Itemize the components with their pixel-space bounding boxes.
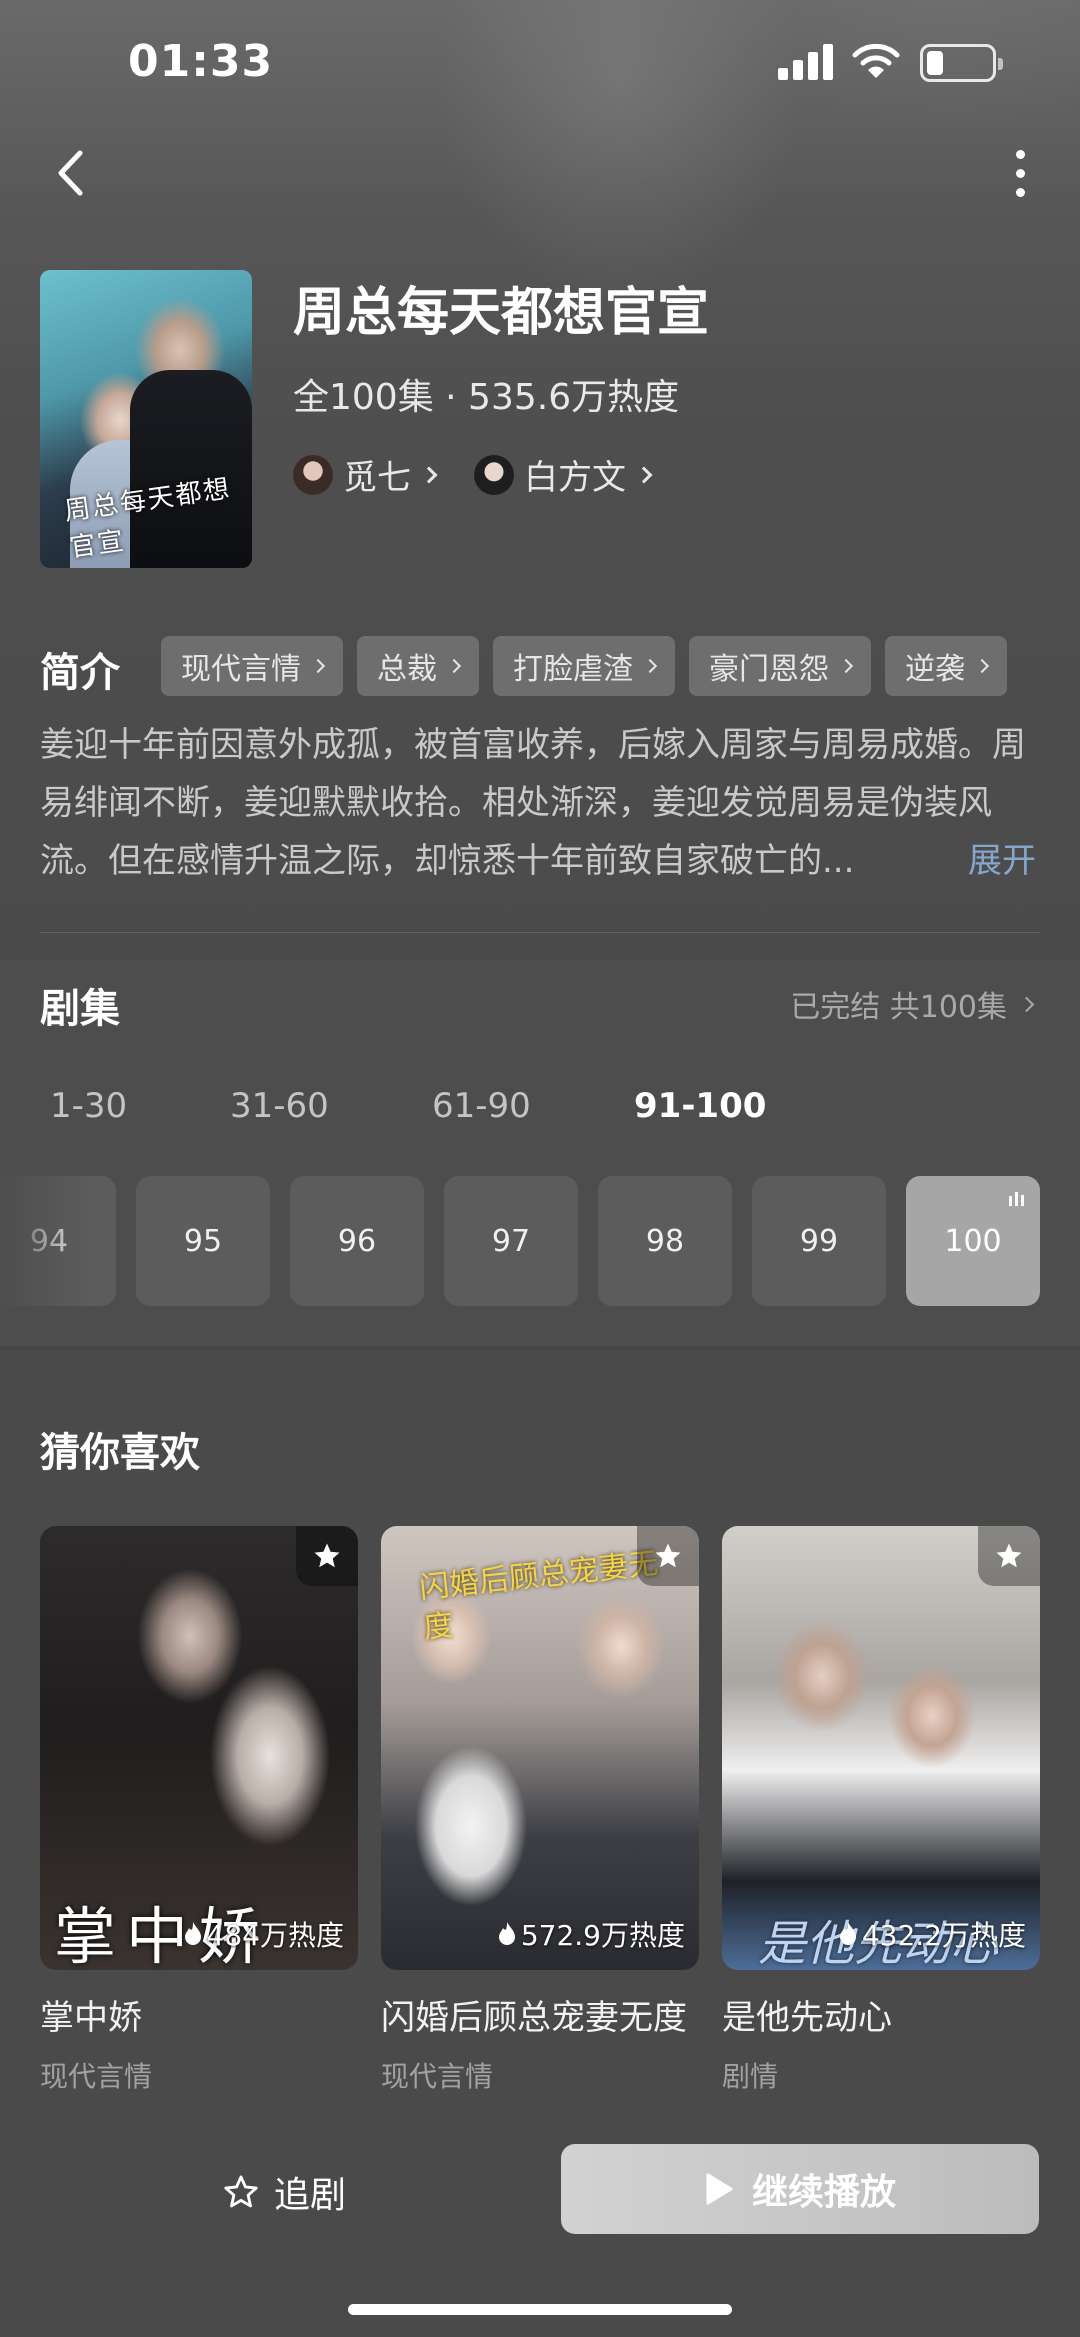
recommend-cover: 掌中娇 484万热度 xyxy=(40,1526,358,1970)
recommend-genre: 现代言情 xyxy=(40,2060,153,2093)
heat-value: 484万热度 xyxy=(206,1919,344,1952)
tag-label: 现代言情 xyxy=(181,652,301,687)
cast-member[interactable]: 白方文 xyxy=(474,450,653,499)
follow-label: 追剧 xyxy=(274,2175,347,2216)
recommend-cover: 是他先动心 432.2万热度 xyxy=(722,1526,1040,1970)
tag-label: 打脸虐渣 xyxy=(513,652,633,687)
cast-name: 觅七 xyxy=(343,458,411,498)
chevron-right-icon xyxy=(635,466,653,483)
heat-badge: 432.2万热度 xyxy=(838,1914,1026,1954)
play-label: 继续播放 xyxy=(751,2172,896,2213)
episode-number: 98 xyxy=(645,1223,685,1259)
battery-icon xyxy=(920,44,1003,82)
recommend-card[interactable]: 掌中娇 484万热度 掌中娇 现代言情 xyxy=(40,1526,358,2095)
avatar xyxy=(474,454,514,495)
chevron-right-icon xyxy=(642,658,658,674)
heat-badge: 484万热度 xyxy=(183,1914,344,1954)
recommend-card[interactable]: 闪婚后顾总宠妻无度 572.9万热度 闪婚后顾总宠妻无度 现代言情 xyxy=(381,1526,699,2095)
drama-meta: 全100集 · 535.6万热度 xyxy=(293,377,680,418)
episode-number: 96 xyxy=(337,1223,377,1259)
range-tab[interactable]: 31-60 xyxy=(230,1086,432,1126)
episode-button[interactable]: 99 xyxy=(752,1176,886,1306)
now-playing-icon xyxy=(1009,1192,1024,1206)
home-indicator xyxy=(348,2304,732,2315)
episode-number: 99 xyxy=(799,1223,839,1259)
episode-range-tabs: 1-30 31-60 61-90 91-100 xyxy=(50,1086,766,1126)
flame-icon xyxy=(184,1922,201,1945)
episodes-status-text: 已完结 共100集 xyxy=(790,990,1007,1025)
heat-value: 572.9万热度 xyxy=(520,1919,685,1952)
episode-button[interactable]: 95 xyxy=(136,1176,270,1306)
star-outline-icon xyxy=(224,2175,258,2208)
flame-icon xyxy=(498,1922,515,1945)
recommend-genre: 剧情 xyxy=(722,2060,779,2093)
range-tab-active[interactable]: 91-100 xyxy=(634,1086,766,1126)
back-button[interactable] xyxy=(40,140,100,206)
expand-link[interactable]: 展开 xyxy=(968,832,1036,890)
tag-label: 逆袭 xyxy=(905,652,965,687)
tag-label: 豪门恩怨 xyxy=(709,652,829,687)
chevron-right-icon xyxy=(420,466,438,483)
cast-name: 白方文 xyxy=(524,458,626,498)
wifi-icon xyxy=(852,43,900,78)
tag-chip[interactable]: 逆袭 xyxy=(885,636,1007,696)
heat-badge: 572.9万热度 xyxy=(497,1914,685,1954)
episode-number: 97 xyxy=(491,1223,531,1259)
divider xyxy=(40,932,1040,933)
favorite-button[interactable] xyxy=(637,1526,699,1586)
star-icon xyxy=(314,1543,340,1568)
tag-chip[interactable]: 总裁 xyxy=(357,636,479,696)
recommend-name: 是他先动心 xyxy=(722,1998,892,2038)
recommend-label: 猜你喜欢 xyxy=(40,1430,200,1476)
play-icon xyxy=(706,2173,733,2205)
recommend-cover: 闪婚后顾总宠妻无度 572.9万热度 xyxy=(381,1526,699,1970)
episode-button[interactable]: 97 xyxy=(444,1176,578,1306)
episode-button[interactable]: 98 xyxy=(598,1176,732,1306)
chevron-right-icon xyxy=(1018,996,1035,1012)
range-tab[interactable]: 1-30 xyxy=(50,1086,230,1126)
chevron-right-icon xyxy=(974,658,990,674)
recommend-name: 闪婚后顾总宠妻无度 xyxy=(381,1998,687,2038)
tag-label: 总裁 xyxy=(377,652,437,687)
tag-chip[interactable]: 豪门恩怨 xyxy=(689,636,871,696)
synopsis-text: 姜迎十年前因意外成孤，被首富收养，后嫁入周家与周易成婚。周易绯闻不断，姜迎默默收… xyxy=(40,716,1030,890)
favorite-button[interactable] xyxy=(296,1526,358,1586)
chevron-left-icon xyxy=(58,150,83,196)
status-time: 01:33 xyxy=(128,36,274,87)
episode-number: 100 xyxy=(944,1223,1002,1259)
range-tab[interactable]: 61-90 xyxy=(432,1086,634,1126)
recommend-name: 掌中娇 xyxy=(40,1998,142,2038)
flame-icon xyxy=(839,1922,856,1945)
star-icon xyxy=(655,1543,681,1568)
cover-title: 闪婚后顾总宠妻无度 xyxy=(417,1546,661,1646)
recommend-genre: 现代言情 xyxy=(381,2060,494,2093)
tag-list: 现代言情 总裁 打脸虐渣 豪门恩怨 逆袭 xyxy=(161,636,1007,696)
continue-play-button[interactable]: 继续播放 xyxy=(561,2144,1039,2234)
tag-chip[interactable]: 打脸虐渣 xyxy=(493,636,675,696)
episodes-label: 剧集 xyxy=(40,986,120,1032)
intro-label: 简介 xyxy=(40,650,120,696)
star-icon xyxy=(996,1543,1022,1568)
chevron-right-icon xyxy=(446,658,462,674)
episode-button-current[interactable]: 100 xyxy=(906,1176,1040,1306)
episode-button[interactable]: 96 xyxy=(290,1176,424,1306)
drama-poster: 周总每天都想官宣 xyxy=(40,270,252,568)
drama-title: 周总每天都想官宣 xyxy=(293,283,710,343)
recommend-card[interactable]: 是他先动心 432.2万热度 是他先动心 剧情 xyxy=(722,1526,1040,2095)
episode-number: 95 xyxy=(183,1223,223,1259)
cast-member[interactable]: 觅七 xyxy=(293,450,438,499)
episodes-status-link[interactable]: 已完结 共100集 xyxy=(790,982,1035,1026)
avatar xyxy=(293,454,333,495)
cellular-signal-icon xyxy=(778,44,834,80)
heat-value: 432.2万热度 xyxy=(861,1919,1026,1952)
scroll-fade xyxy=(0,1176,90,1306)
episode-grid: 94 95 96 97 98 99 100 xyxy=(0,1176,1040,1306)
synopsis-body: 姜迎十年前因意外成孤，被首富收养，后嫁入周家与周易成婚。周易绯闻不断，姜迎默默收… xyxy=(40,725,1026,881)
follow-button[interactable]: 追剧 xyxy=(222,2166,346,2218)
favorite-button[interactable] xyxy=(978,1526,1040,1586)
tag-chip[interactable]: 现代言情 xyxy=(161,636,343,696)
more-options-button[interactable] xyxy=(1000,140,1040,206)
chevron-right-icon xyxy=(838,658,854,674)
chevron-right-icon xyxy=(310,658,326,674)
